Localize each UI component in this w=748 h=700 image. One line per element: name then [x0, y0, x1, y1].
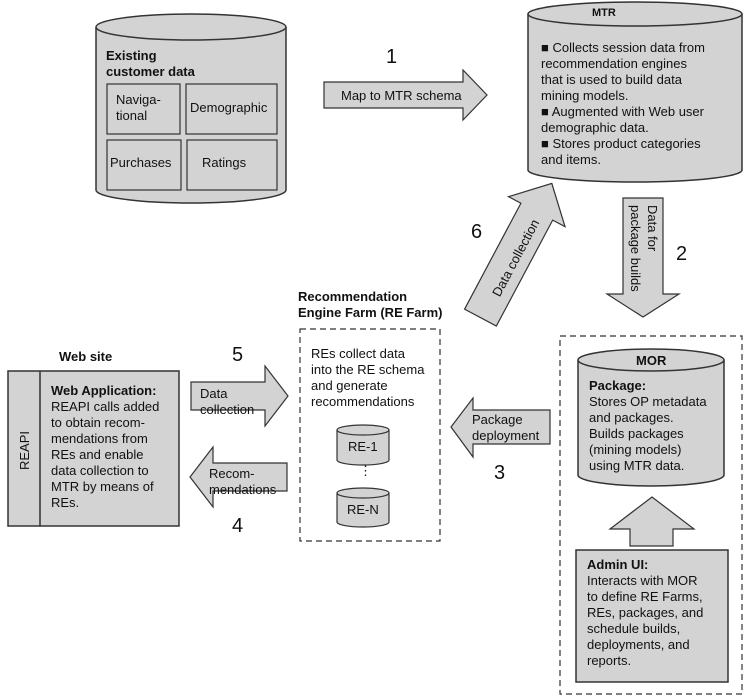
admin-ui-title: Admin UI: [587, 557, 649, 572]
step-3-label: Package deployment [472, 412, 540, 443]
cell-ratings: Ratings [202, 155, 247, 170]
step-2-label: Data for package builds [628, 205, 660, 292]
mtr-item-1: ■ Collects session data from recommendat… [541, 40, 741, 104]
step-4-label: Recom- mendations [209, 466, 277, 497]
mtr-item-1-text: Collects session data from recommendatio… [541, 40, 705, 103]
mor-package-title: Package: [589, 378, 647, 393]
bullet-icon: ■ [541, 104, 549, 119]
re-n-label: RE-N [347, 502, 379, 517]
cell-purchases: Purchases [110, 155, 172, 170]
reapi-label: REAPI [17, 430, 32, 470]
mtr-item-3-text: Stores product categories and items. [541, 136, 701, 167]
cell-navigational: Naviga- tional [116, 92, 161, 123]
step-2-number: 2 [676, 243, 688, 265]
re-farm-description: REs collect data into the RE schema and … [311, 346, 425, 409]
re-1-label: RE-1 [348, 439, 378, 454]
ellipsis-icon: ⋮ [359, 463, 372, 478]
admin-ui-text: Interacts with MOR to define RE Farms, R… [587, 573, 704, 668]
re-farm-title: Recommendation Engine Farm (RE Farm) [298, 289, 443, 320]
step-3-number: 3 [494, 462, 506, 484]
existing-data-title: Existing customer data [106, 48, 195, 79]
mtr-description: ■ Collects session data from recommendat… [541, 40, 741, 168]
step-6-number: 6 [471, 221, 483, 243]
mtr-item-2: ■ Augmented with Web user demographic da… [541, 104, 741, 136]
step-1-label: Map to MTR schema [341, 88, 462, 103]
arrow-admin-to-mor [608, 496, 696, 547]
bullet-icon: ■ [541, 40, 549, 55]
step-5-label: Data collection [200, 386, 255, 417]
mtr-item-3: ■ Stores product categories and items. [541, 136, 741, 168]
mtr-item-2-text: Augmented with Web user demographic data… [541, 104, 704, 135]
cell-demographic: Demographic [190, 100, 268, 115]
bullet-icon: ■ [541, 136, 549, 151]
web-site-title: Web site [59, 349, 113, 364]
web-app-title: Web Application: [51, 383, 157, 398]
step-5-number: 5 [232, 344, 244, 366]
step-1-number: 1 [386, 46, 398, 68]
mtr-title: MTR [592, 7, 616, 19]
mor-package-text: Stores OP metadata and packages. Builds … [589, 394, 707, 473]
mor-title: MOR [636, 353, 667, 368]
step-4-number: 4 [232, 515, 244, 537]
web-app-text: REAPI calls added to obtain recom- menda… [51, 399, 160, 510]
